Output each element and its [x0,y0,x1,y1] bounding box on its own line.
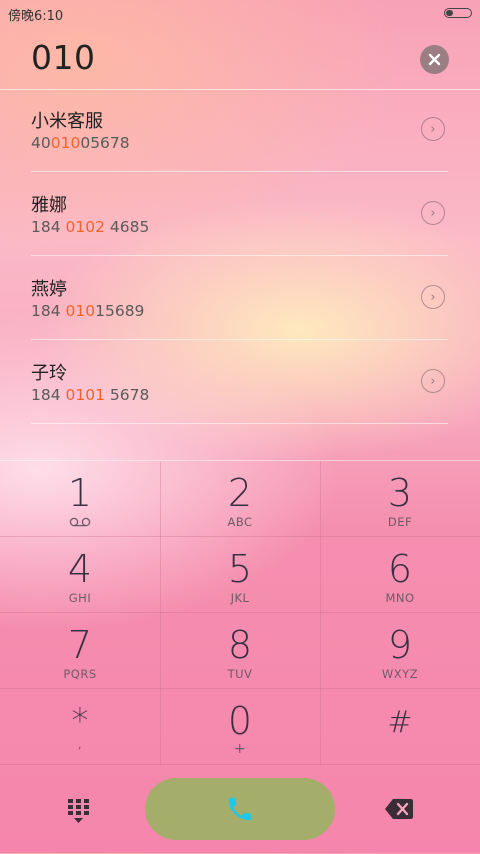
contact-number: 4001005678 [31,134,130,152]
status-time: 傍晚6:10 [8,9,64,24]
key-5[interactable]: 5 JKL [160,537,320,613]
key-0[interactable]: 0 + [160,689,320,765]
voicemail-icon [69,517,91,527]
key-hash[interactable]: # [320,689,480,765]
contact-detail-button[interactable]: › [421,117,445,141]
close-icon [428,53,441,66]
call-button[interactable] [145,778,335,840]
clear-input-button[interactable] [420,45,449,74]
bottom-action-bar [0,764,480,854]
chevron-right-icon: › [430,121,436,137]
dialpad-toggle-button[interactable] [66,798,92,824]
chevron-right-icon: › [430,373,436,389]
chevron-right-icon: › [430,205,436,221]
key-7[interactable]: 7 PQRS [0,613,160,689]
battery-icon [444,8,472,18]
chevron-right-icon: › [430,289,436,305]
status-bar: 傍晚6:10 [0,0,480,26]
contact-name: 雅娜 [31,195,67,216]
key-4[interactable]: 4 GHI [0,537,160,613]
contact-name: 燕婷 [31,279,67,300]
phone-icon [228,797,252,821]
key-star[interactable]: * , [0,689,160,765]
contact-name: 小米客服 [31,111,103,132]
contact-detail-button[interactable]: › [421,369,445,393]
contact-item[interactable]: 小米客服 4001005678 › [31,87,448,172]
key-3[interactable]: 3 DEF [320,461,480,537]
contact-number: 184 0101 5678 [31,386,150,404]
dialpad: 1 2 ABC 3 DEF 4 GHI 5 JKL 6 MNO 7 PQRS 8… [0,460,480,765]
key-6[interactable]: 6 MNO [320,537,480,613]
contact-name: 子玲 [31,363,67,384]
backspace-button[interactable] [384,798,414,820]
key-9[interactable]: 9 WXYZ [320,613,480,689]
contact-item[interactable]: 燕婷 184 01015689 › [31,255,448,340]
contact-item[interactable]: 子玲 184 0101 5678 › [31,339,448,424]
contact-number: 184 01015689 [31,302,145,320]
backspace-icon [385,799,413,819]
key-8[interactable]: 8 TUV [160,613,320,689]
contact-number: 184 0102 4685 [31,218,150,236]
key-1[interactable]: 1 [0,461,160,537]
dial-number-display[interactable]: 010 [31,38,96,77]
contact-detail-button[interactable]: › [421,201,445,225]
dialpad-icon [68,799,89,823]
contact-item[interactable]: 雅娜 184 0102 4685 › [31,171,448,256]
contact-detail-button[interactable]: › [421,285,445,309]
key-2[interactable]: 2 ABC [160,461,320,537]
